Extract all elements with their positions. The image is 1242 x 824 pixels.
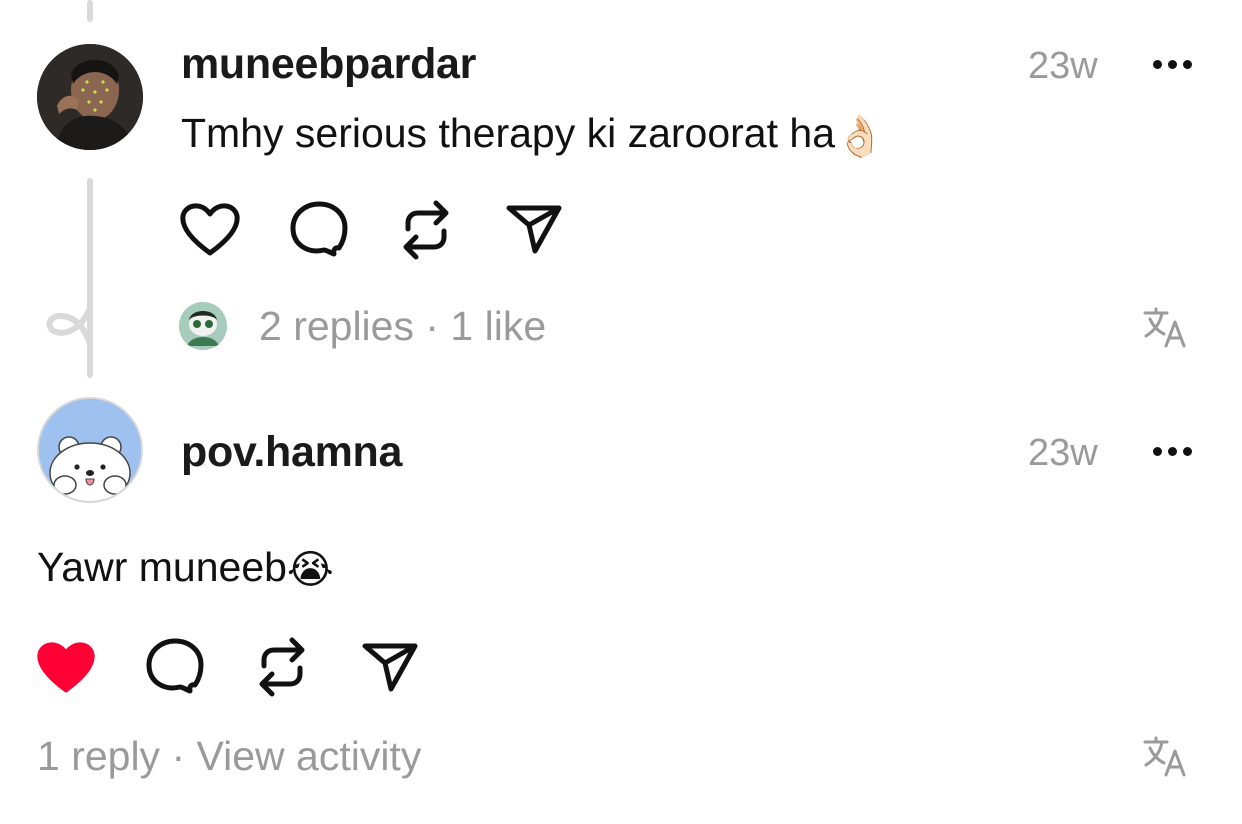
reply-activity-summary[interactable]: 1 reply · View activity	[37, 733, 421, 780]
comment-text-content: Yawr muneeb	[37, 544, 287, 590]
comment-text-content: Tmhy serious therapy ki zaroorat ha	[181, 110, 835, 156]
comment-text: Tmhy serious therapy ki zaroorat ha👌🏻	[181, 110, 885, 160]
comment-text: Yawr muneeb😭	[37, 544, 334, 593]
comment-username[interactable]: muneebpardar	[181, 40, 476, 89]
loudly-crying-emoji: 😭	[286, 548, 334, 593]
share-button[interactable]	[361, 641, 419, 693]
repost-button[interactable]	[400, 199, 452, 261]
polar-bear-icon	[39, 399, 141, 501]
comment-timestamp: 23w	[1028, 45, 1098, 87]
reply-button[interactable]	[145, 637, 205, 697]
reply-button[interactable]	[289, 200, 349, 260]
like-button[interactable]	[179, 201, 241, 257]
ok-hand-emoji: 👌🏻	[835, 114, 885, 159]
replier-avatar[interactable]	[179, 302, 227, 350]
comment-username[interactable]: pov.hamna	[181, 428, 402, 477]
more-options-button[interactable]	[1153, 447, 1192, 456]
thread-line-top	[87, 0, 93, 22]
avatar[interactable]	[37, 44, 143, 150]
user-photo-icon	[37, 44, 143, 150]
replies-likes-summary[interactable]: 2 replies · 1 like	[259, 303, 546, 350]
cartoon-avatar-icon	[179, 302, 227, 350]
more-dots-icon	[1153, 60, 1162, 69]
translate-button[interactable]	[1142, 735, 1188, 777]
avatar[interactable]	[37, 397, 143, 503]
thread-loop-icon	[46, 305, 93, 347]
repost-button[interactable]	[256, 636, 308, 698]
like-button-active[interactable]	[35, 639, 97, 695]
translate-button[interactable]	[1142, 306, 1188, 348]
share-button[interactable]	[505, 203, 563, 255]
more-dots-icon	[1153, 447, 1162, 456]
comment-timestamp: 23w	[1028, 432, 1098, 474]
more-options-button[interactable]	[1153, 60, 1192, 69]
